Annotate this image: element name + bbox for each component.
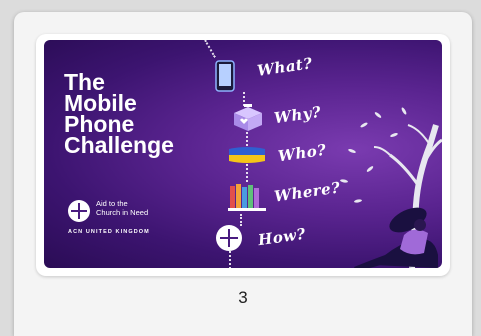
- slide-card[interactable]: The Mobile Phone Challenge Aid to the Ch…: [14, 12, 472, 336]
- dotted-path: [240, 214, 242, 226]
- question-how: How?: [256, 224, 307, 250]
- page-number: 3: [238, 288, 248, 307]
- donation-box-icon: [234, 104, 262, 131]
- org-name: Aid to the Church in Need: [96, 199, 149, 217]
- dotted-path: [229, 251, 231, 268]
- question-where: Where?: [273, 178, 342, 206]
- dotted-path: [246, 164, 248, 182]
- books-icon: [228, 184, 266, 211]
- org-tagline: ACN UNITED KINGDOM: [68, 229, 150, 235]
- acn-logo-icon: [68, 200, 90, 222]
- phone-icon: [215, 60, 235, 92]
- title-line: Challenge: [64, 132, 174, 158]
- ukraine-flag-icon: [229, 147, 265, 163]
- question-who: Who?: [276, 140, 328, 166]
- slide-thumbnail[interactable]: The Mobile Phone Challenge Aid to the Ch…: [44, 40, 442, 268]
- dotted-path: [246, 132, 248, 146]
- question-why: Why?: [272, 102, 323, 128]
- acn-logo-icon: [216, 225, 242, 251]
- slide-thumbnail-frame[interactable]: The Mobile Phone Challenge Aid to the Ch…: [36, 34, 450, 276]
- dotted-path: [204, 40, 216, 58]
- question-what: What?: [256, 54, 314, 80]
- tree-reader-illustration: [340, 107, 442, 268]
